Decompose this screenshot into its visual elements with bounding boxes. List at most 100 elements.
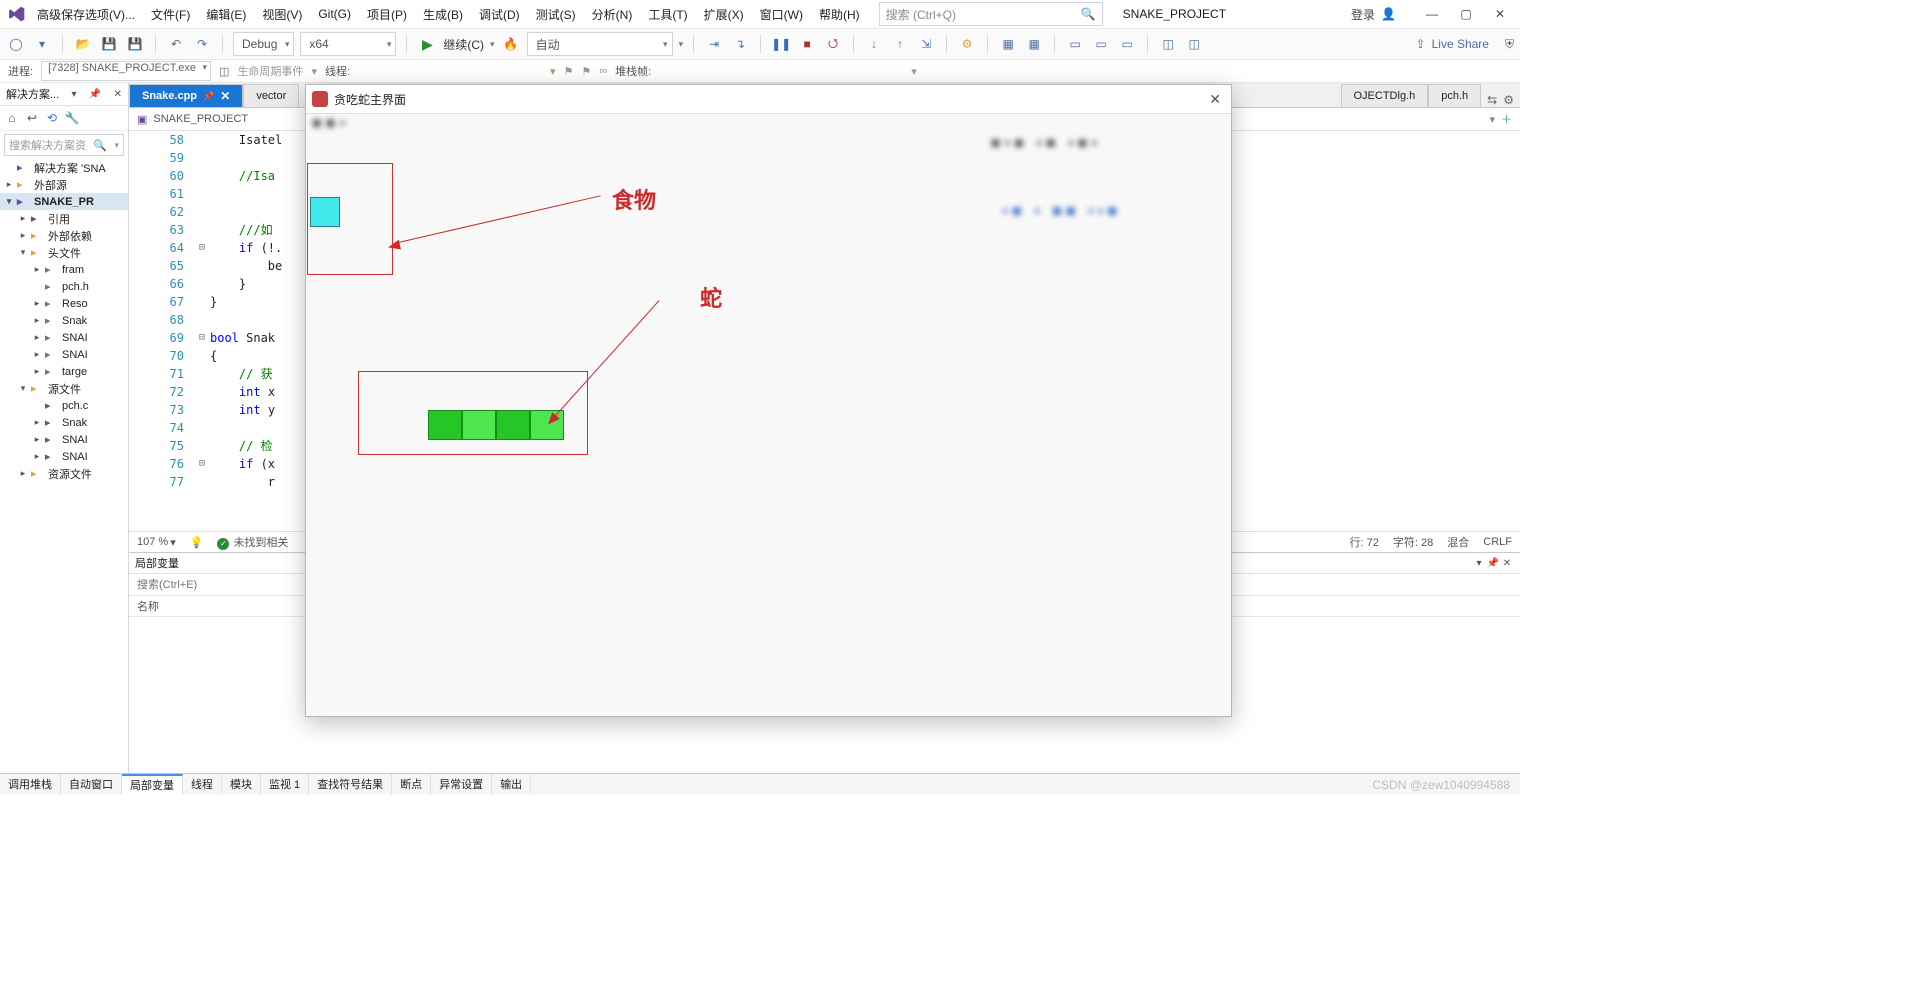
step-into-icon[interactable]: ↴ bbox=[730, 34, 750, 54]
nav-fwd-icon[interactable]: ▾ bbox=[32, 34, 52, 54]
tree-node[interactable]: ▾▸源文件 bbox=[0, 380, 128, 397]
bottom-tab[interactable]: 查找符号结果 bbox=[309, 774, 392, 794]
tree-node[interactable]: ▸pch.c bbox=[0, 397, 128, 414]
pause-icon[interactable]: ❚❚ bbox=[771, 34, 791, 54]
debug-tool2-icon[interactable]: ▦ bbox=[998, 34, 1018, 54]
tree-node[interactable]: ▸▸外部依赖 bbox=[0, 227, 128, 244]
menu-analyze[interactable]: 分析(N) bbox=[585, 2, 640, 27]
login-button[interactable]: 登录 👤 bbox=[1345, 4, 1402, 25]
sync-icon[interactable]: ⟲ bbox=[44, 110, 60, 126]
restart-icon[interactable]: ⭯ bbox=[823, 34, 843, 54]
auto-dropdown[interactable]: 自动 bbox=[527, 32, 673, 56]
tab-dlg-h[interactable]: OJECTDlg.h bbox=[1341, 84, 1429, 107]
close-panel-icon[interactable]: ✕ bbox=[1500, 558, 1514, 569]
window2-icon[interactable]: ▭ bbox=[1091, 34, 1111, 54]
tree-node[interactable]: ▾▸SNAKE_PR bbox=[0, 193, 128, 210]
pin-icon[interactable]: 📌 bbox=[1486, 558, 1500, 569]
bottom-tab[interactable]: 监视 1 bbox=[261, 774, 309, 794]
tree-node[interactable]: ▸▸SNAI bbox=[0, 329, 128, 346]
stackframe-input[interactable] bbox=[659, 64, 903, 78]
pin-icon[interactable]: 📌 bbox=[89, 89, 101, 100]
undo-icon[interactable]: ↶ bbox=[166, 34, 186, 54]
step-over-icon[interactable]: ⇥ bbox=[704, 34, 724, 54]
tree-node[interactable]: ▸▸targe bbox=[0, 363, 128, 380]
add-icon[interactable]: ＋ bbox=[1501, 111, 1512, 127]
bottom-tab[interactable]: 断点 bbox=[392, 774, 431, 794]
tab-vector[interactable]: vector bbox=[243, 84, 299, 107]
back-icon[interactable]: ↩ bbox=[24, 110, 40, 126]
menubar-title[interactable]: 高级保存选项(V)... bbox=[30, 2, 142, 27]
layout-icon[interactable]: ◫ bbox=[1158, 34, 1178, 54]
bottom-tab[interactable]: 输出 bbox=[492, 774, 531, 794]
close-icon[interactable]: ✕ bbox=[220, 89, 230, 103]
bottom-tab[interactable]: 自动窗口 bbox=[61, 774, 122, 794]
menu-git[interactable]: Git(G) bbox=[311, 3, 358, 25]
tree-node[interactable]: ▸▸fram bbox=[0, 261, 128, 278]
debug-tool3-icon[interactable]: ▦ bbox=[1024, 34, 1044, 54]
menu-debug[interactable]: 调试(D) bbox=[472, 2, 527, 27]
flag2-icon[interactable]: ⚑ bbox=[581, 65, 591, 78]
tree-node[interactable]: ▸▸引用 bbox=[0, 210, 128, 227]
chevron-down-icon[interactable]: ▾ bbox=[71, 89, 76, 100]
bottom-tab[interactable]: 局部变量 bbox=[122, 774, 183, 794]
bulb-icon[interactable]: 💡 bbox=[190, 536, 204, 549]
menu-project[interactable]: 项目(P) bbox=[360, 2, 414, 27]
nav-back-icon[interactable]: ◯ bbox=[6, 34, 26, 54]
menu-extensions[interactable]: 扩展(X) bbox=[697, 2, 751, 27]
game-canvas[interactable]: ■■▪ ■▪■ ▪■ ▪■▪ ▪■ ▪ ■■ ▪▪■ 食物 蛇 bbox=[306, 113, 1231, 716]
menu-test[interactable]: 测试(S) bbox=[529, 2, 583, 27]
tab-pch-h[interactable]: pch.h bbox=[1428, 84, 1481, 107]
hot-reload-icon[interactable]: 🔥 bbox=[501, 34, 521, 54]
bottom-tab[interactable]: 调用堆栈 bbox=[0, 774, 61, 794]
save-all-icon[interactable]: 💾 bbox=[125, 34, 145, 54]
step-out-icon[interactable]: ↑ bbox=[890, 34, 910, 54]
debug-tool-icon[interactable]: ⚙ bbox=[957, 34, 977, 54]
solution-tree[interactable]: ▸解决方案 'SNA▸▸外部源▾▸SNAKE_PR▸▸引用▸▸外部依赖▾▸头文件… bbox=[0, 159, 128, 773]
solution-search-input[interactable]: 搜索解决方案资 🔍 ▾ bbox=[4, 134, 124, 156]
home-icon[interactable]: ⌂ bbox=[4, 110, 20, 126]
lifecycle-icon[interactable]: ◫ bbox=[219, 65, 229, 78]
bottom-tab[interactable]: 异常设置 bbox=[431, 774, 492, 794]
tree-node[interactable]: ▾▸头文件 bbox=[0, 244, 128, 261]
menu-build[interactable]: 生成(B) bbox=[416, 2, 470, 27]
quick-search-input[interactable]: 搜索 (Ctrl+Q) 🔍 bbox=[879, 2, 1103, 26]
live-share-button[interactable]: ⇪ Live Share ⛨ bbox=[1416, 37, 1514, 52]
continue-button[interactable]: 继续(C) bbox=[443, 36, 484, 53]
window-icon[interactable]: ▭ bbox=[1065, 34, 1085, 54]
tree-node[interactable]: ▸▸Snak bbox=[0, 414, 128, 431]
wrench-icon[interactable]: 🔧 bbox=[64, 110, 80, 126]
tree-node[interactable]: ▸解决方案 'SNA bbox=[0, 159, 128, 176]
menu-window[interactable]: 窗口(W) bbox=[753, 2, 810, 27]
gear-icon[interactable]: ⚙ bbox=[1503, 93, 1514, 107]
window3-icon[interactable]: ▭ bbox=[1117, 34, 1137, 54]
tree-node[interactable]: ▸▸外部源 bbox=[0, 176, 128, 193]
close-panel-icon[interactable]: ✕ bbox=[114, 89, 122, 100]
menu-edit[interactable]: 编辑(E) bbox=[199, 2, 253, 27]
process-dropdown[interactable]: [7328] SNAKE_PROJECT.exe bbox=[41, 61, 211, 81]
thread-input[interactable] bbox=[358, 64, 542, 78]
minimize-icon[interactable]: — bbox=[1418, 3, 1446, 25]
tab-snake-cpp[interactable]: Snake.cpp 📌 ✕ bbox=[129, 84, 243, 107]
redo-icon[interactable]: ↷ bbox=[192, 34, 212, 54]
dialog-close-icon[interactable]: ✕ bbox=[1191, 91, 1225, 108]
flag-icon[interactable]: ⚑ bbox=[564, 65, 574, 78]
tree-node[interactable]: ▸▸Reso bbox=[0, 295, 128, 312]
tab-overflow-icon[interactable]: ⇆ bbox=[1487, 93, 1497, 107]
menu-help[interactable]: 帮助(H) bbox=[812, 2, 867, 27]
layout2-icon[interactable]: ◫ bbox=[1184, 34, 1204, 54]
stop-icon[interactable]: ■ bbox=[797, 34, 817, 54]
menu-file[interactable]: 文件(F) bbox=[144, 2, 197, 27]
close-icon[interactable]: ✕ bbox=[1486, 3, 1514, 25]
zoom-dropdown[interactable]: 107 % ▾ bbox=[137, 536, 176, 549]
chevron-down-icon[interactable]: ▾ bbox=[1472, 558, 1486, 569]
maximize-icon[interactable]: ▢ bbox=[1452, 3, 1480, 25]
bottom-tab[interactable]: 模块 bbox=[222, 774, 261, 794]
tree-node[interactable]: ▸▸Snak bbox=[0, 312, 128, 329]
bottom-tab[interactable]: 线程 bbox=[183, 774, 222, 794]
menu-tools[interactable]: 工具(T) bbox=[641, 2, 694, 27]
tree-node[interactable]: ▸▸SNAI bbox=[0, 448, 128, 465]
tree-node[interactable]: ▸▸资源文件 bbox=[0, 465, 128, 482]
platform-dropdown[interactable]: x64 bbox=[300, 32, 396, 56]
pin-icon[interactable]: 📌 bbox=[203, 91, 214, 102]
open-file-icon[interactable]: 📂 bbox=[73, 34, 93, 54]
